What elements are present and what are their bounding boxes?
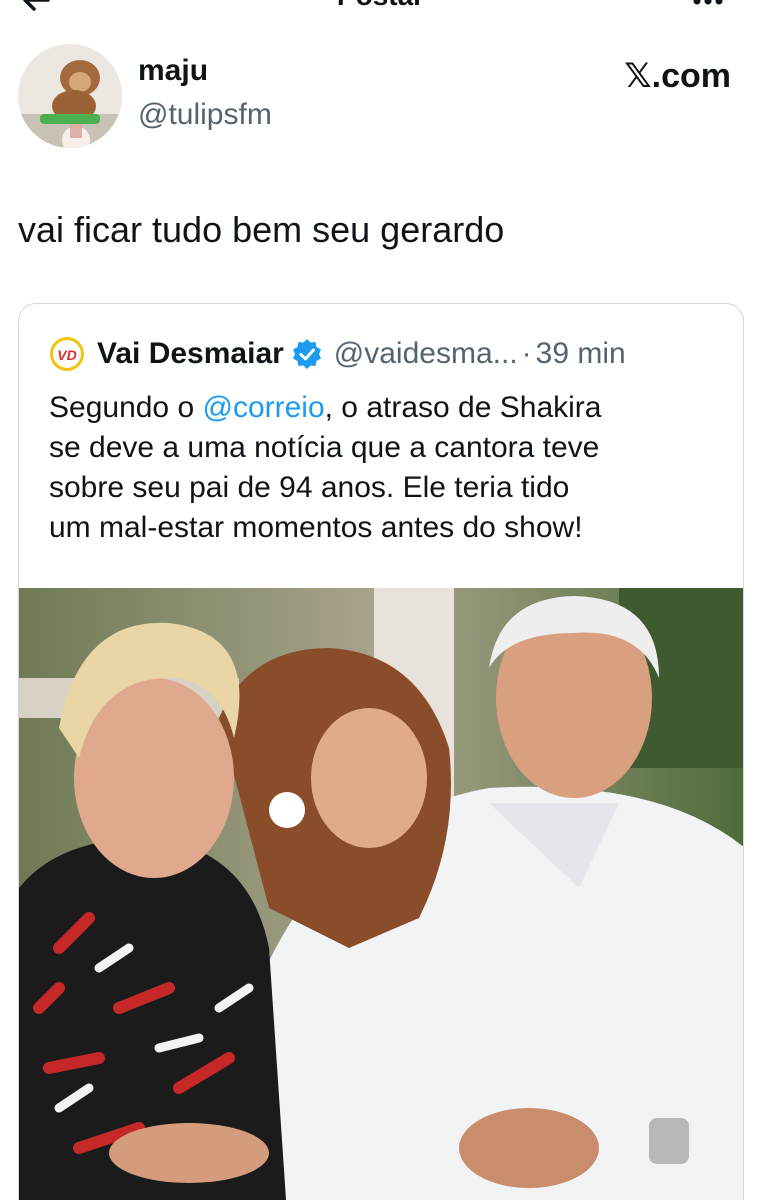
mention-link[interactable]: @correio [202, 391, 324, 424]
quoted-post-text: Segundo o @correio, o atraso de Shakira … [49, 388, 729, 548]
quoted-author-handle[interactable]: @vaidesma... [334, 337, 518, 371]
quoted-post-header: VD Vai Desmaiar @vaidesma... · 39 min [49, 334, 729, 374]
quoted-text-line: um mal-estar momentos antes do show! [49, 511, 583, 544]
post-time[interactable]: 39 min [536, 337, 626, 371]
author-name[interactable]: maju [138, 54, 208, 88]
quoted-author-name[interactable]: Vai Desmaiar [97, 337, 284, 371]
post-photo[interactable] [19, 588, 744, 1200]
quoted-text-line: sobre seu pai de 94 anos. Ele teria tido [49, 471, 570, 504]
more-horizontal-icon[interactable] [693, 0, 723, 6]
quoted-avatar[interactable]: VD [49, 336, 85, 372]
post-text: vai ficar tudo bem seu gerardo [18, 209, 505, 250]
quoted-text-line: se deve a uma notícia que a cantora teve [49, 431, 600, 464]
author-handle[interactable]: @tulipsfm [138, 98, 272, 132]
avatar[interactable] [18, 44, 122, 148]
avatar-image [18, 44, 122, 148]
separator-dot: · [521, 337, 532, 370]
quoted-avatar-text: VD [57, 347, 76, 363]
x-logo: 𝕏.com [624, 57, 731, 95]
quoted-post-card[interactable]: VD Vai Desmaiar @vaidesma... · 39 min Se… [18, 303, 744, 1200]
post-screen: Postar maju @tulipsfm 𝕏.com vai ficar tu… [0, 0, 761, 1200]
page-title: Postar [0, 0, 761, 14]
quoted-text-line: Segundo o @correio, o atraso de Shakira [49, 391, 602, 424]
verified-badge-icon [292, 339, 321, 369]
top-bar: Postar [0, 0, 761, 22]
